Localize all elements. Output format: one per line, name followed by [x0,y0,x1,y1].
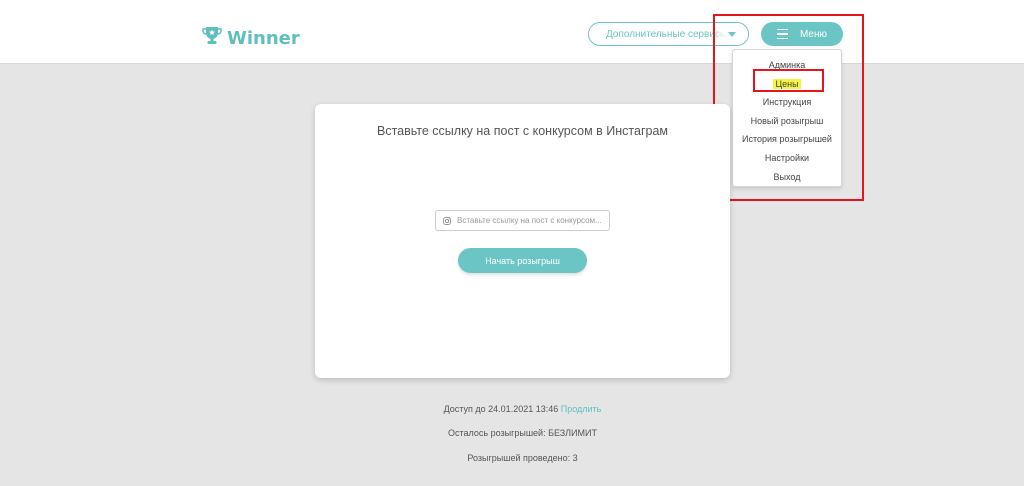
header: Winner Дополнительные сервисы Меню [0,0,1024,64]
access-info: Доступ до 24.01.2021 13:46 Продлить [0,404,1024,414]
post-link-field[interactable] [435,210,610,231]
giveaway-card: Вставьте ссылку на пост с конкурсом в Ин… [315,104,730,378]
start-giveaway-button[interactable]: Начать розыгрыш [458,248,587,273]
annotation-box-menu [713,14,864,201]
annotation-box-prices [753,69,824,92]
access-text: Доступ до 24.01.2021 13:46 [443,404,559,414]
instagram-icon [443,212,451,230]
giveaways-held: Розыгрышей проведено: 3 [467,453,578,463]
card-title: Вставьте ссылку на пост с конкурсом в Ин… [376,124,669,138]
trophy-icon [202,26,222,50]
logo-text: Winner [227,27,300,49]
remaining-giveaways: Осталось розыгрышей: БЕЗЛИМИТ [448,428,597,438]
extend-link[interactable]: Продлить [561,404,602,414]
services-label: Дополнительные сервисы [606,28,728,40]
logo[interactable]: Winner [202,26,300,50]
post-link-input[interactable] [457,216,609,225]
